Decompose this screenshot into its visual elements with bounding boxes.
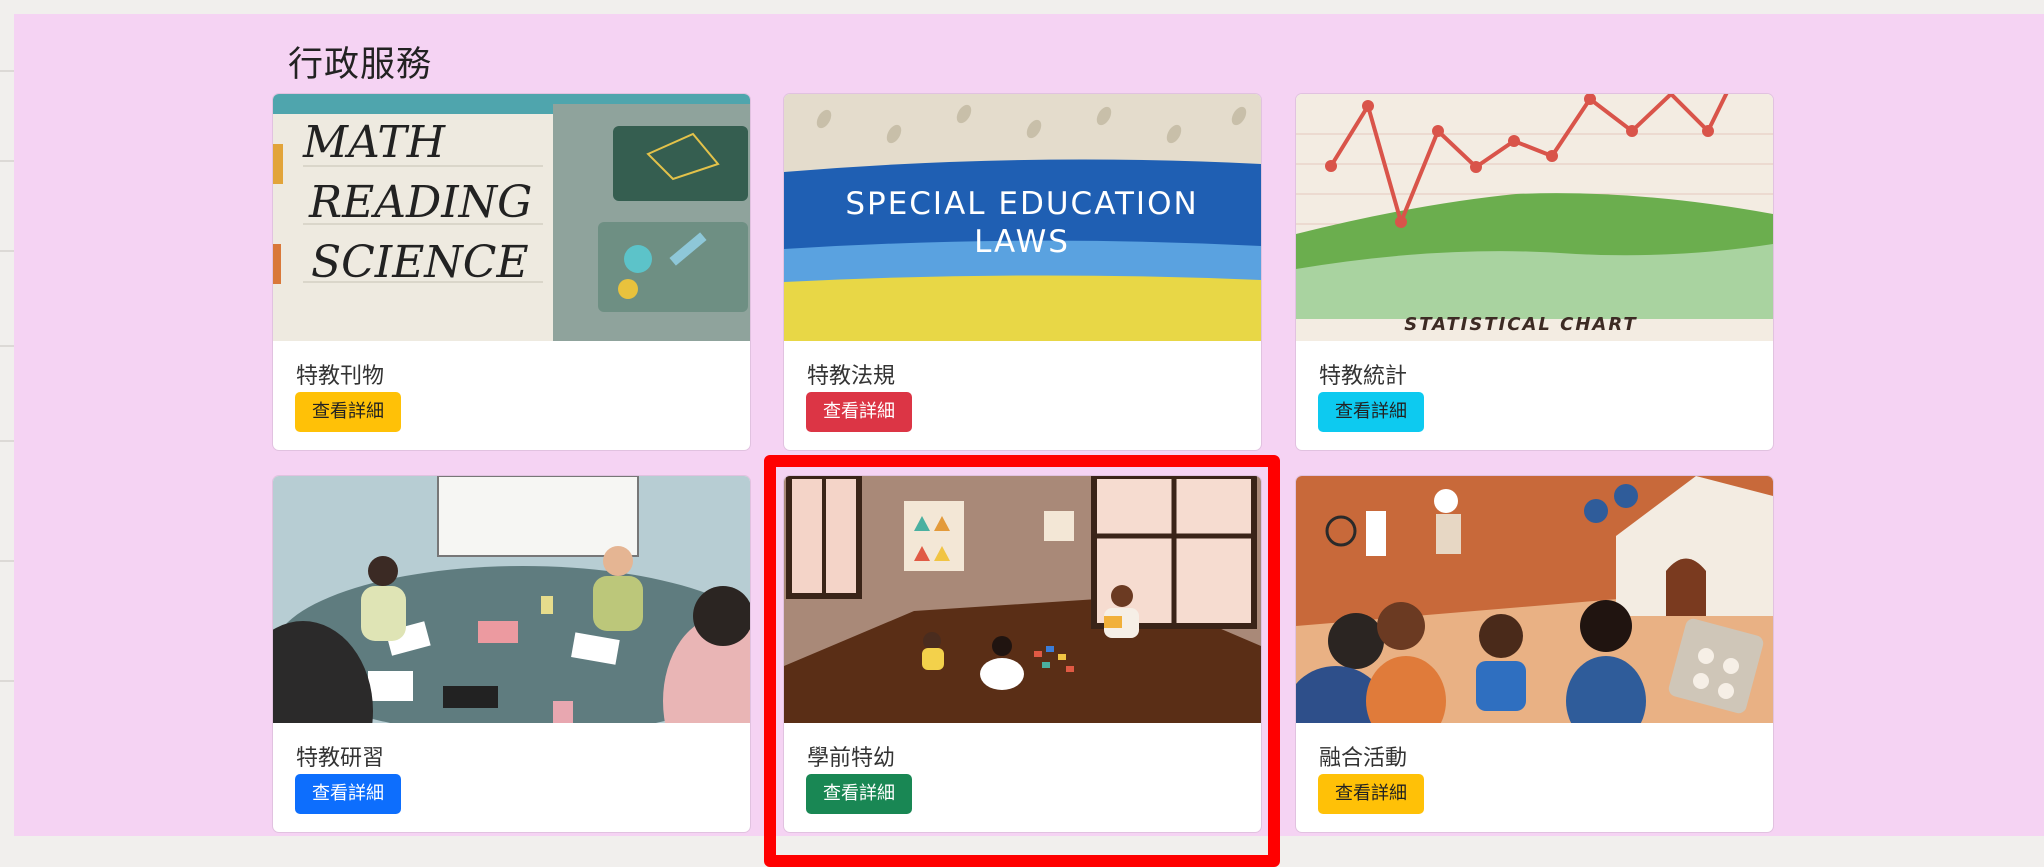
card-title: 特教研習 <box>296 746 385 771</box>
view-details-button[interactable]: 查看詳細 <box>295 392 401 432</box>
card-image-publications: MATH READING SCIENCE <box>273 94 750 341</box>
card-title: 學前特幼 <box>807 746 896 771</box>
view-details-button[interactable]: 查看詳細 <box>806 774 912 814</box>
view-details-button[interactable]: 查看詳細 <box>1318 392 1424 432</box>
card-title: 融合活動 <box>1319 746 1408 771</box>
image-text-reading: READING <box>308 177 532 228</box>
image-text-laws: LAWS <box>974 224 1070 260</box>
card-image-laws: SPECIAL EDUCATION LAWS <box>784 94 1261 341</box>
view-details-button[interactable]: 查看詳細 <box>295 774 401 814</box>
card-image-workshops <box>273 476 750 723</box>
card-title: 特教法規 <box>807 364 896 389</box>
section-title: 行政服務 <box>288 45 433 85</box>
card-laws[interactable]: SPECIAL EDUCATION LAWS 特教法規 查看詳細 <box>784 94 1261 450</box>
image-text-statistical-chart: STATISTICAL CHART <box>1404 314 1637 335</box>
view-details-button[interactable]: 查看詳細 <box>806 392 912 432</box>
card-workshops[interactable]: 特教研習 查看詳細 <box>273 476 750 832</box>
card-inclusion-activities[interactable]: 融合活動 查看詳細 <box>1296 476 1773 832</box>
card-statistics[interactable]: STATISTICAL CHART 特教統計 查看詳細 <box>1296 94 1773 450</box>
image-text-science: SCIENCE <box>311 237 529 288</box>
card-preschool[interactable]: 學前特幼 查看詳細 <box>784 476 1261 832</box>
page-edge-lines <box>0 0 14 856</box>
card-image-preschool <box>784 476 1261 723</box>
image-text-special-education: SPECIAL EDUCATION <box>845 186 1198 222</box>
card-image-inclusion-activities <box>1296 476 1773 723</box>
card-title: 特教統計 <box>1319 364 1408 389</box>
view-details-button[interactable]: 查看詳細 <box>1318 774 1424 814</box>
card-title: 特教刊物 <box>296 364 385 389</box>
card-publications[interactable]: MATH READING SCIENCE 特教刊物 查看詳細 <box>273 94 750 450</box>
card-image-statistics: STATISTICAL CHART <box>1296 94 1773 341</box>
image-text-math: MATH <box>302 117 447 168</box>
